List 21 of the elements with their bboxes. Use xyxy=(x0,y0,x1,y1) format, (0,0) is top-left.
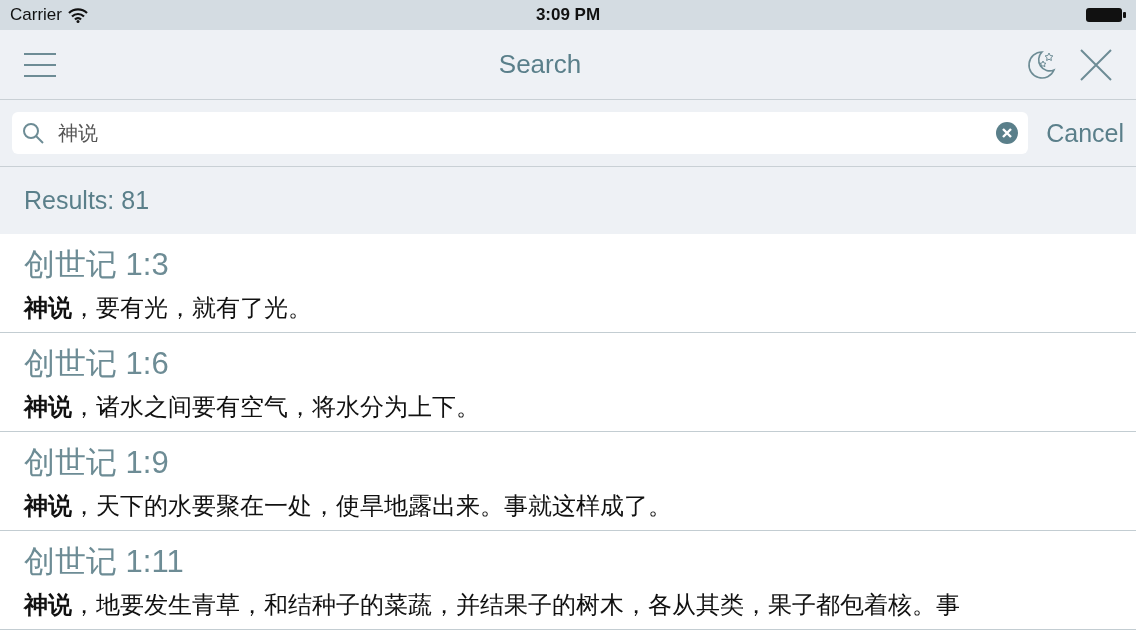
nav-title: Search xyxy=(497,49,583,80)
menu-icon[interactable] xyxy=(24,52,56,77)
carrier-label: Carrier xyxy=(10,5,62,25)
battery-icon xyxy=(1086,7,1126,23)
close-icon[interactable] xyxy=(1080,48,1112,81)
verse-reference[interactable]: 创世记 1:3 xyxy=(24,244,1112,286)
search-bar[interactable]: 神说 xyxy=(12,112,1029,154)
verse-text: 神说，要有光，就有了光。 xyxy=(24,293,313,323)
verse-text: 神说，地要发生青草，和结种子的菜蔬，并结果子的树木，各从其类，果子都包着核。事 xyxy=(24,590,961,620)
search-field[interactable]: 神说 xyxy=(56,120,985,146)
verse-text: 神说，诸水之间要有空气，将水分为上下。 xyxy=(24,392,481,422)
wifi-icon xyxy=(67,7,88,23)
verse-reference[interactable]: 创世记 1:11 xyxy=(24,541,1112,583)
status-time: 3:09 PM xyxy=(535,5,601,25)
results-count: Results: 81 xyxy=(24,186,150,215)
search-icon xyxy=(22,122,44,144)
verse-reference[interactable]: 创世记 1:6 xyxy=(24,343,1112,385)
verse-text: 神说，天下的水要聚在一处，使旱地露出来。事就这样成了。 xyxy=(24,491,673,521)
cancel-button[interactable]: Cancel xyxy=(1046,118,1124,148)
clear-icon[interactable] xyxy=(996,122,1019,144)
verse-reference[interactable]: 创世记 1:9 xyxy=(24,442,1112,484)
